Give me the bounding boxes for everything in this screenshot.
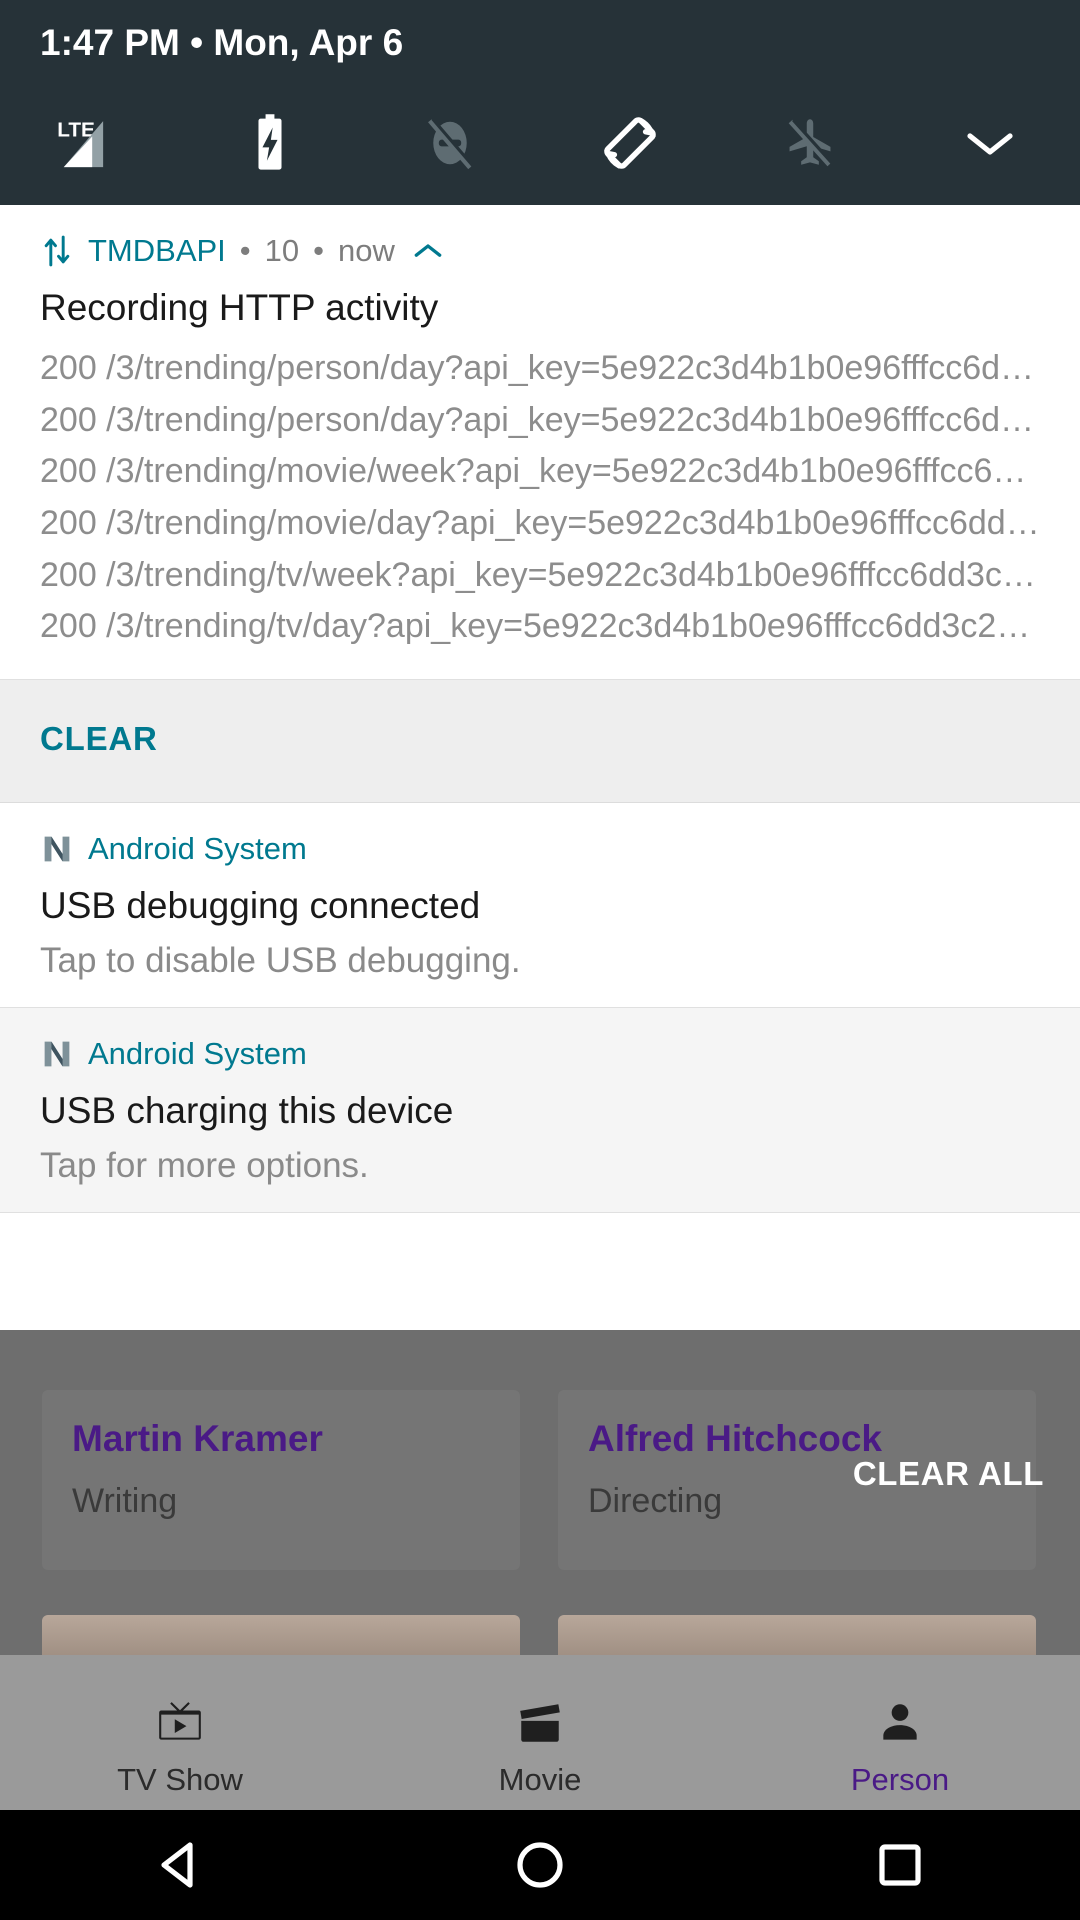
quick-settings-header: 1:47 PM • Mon, Apr 6 LTE: [0, 0, 1080, 205]
android-system-icon: [40, 1037, 74, 1071]
android-system-icon: [40, 832, 74, 866]
notification-usb-debugging[interactable]: Android System USB debugging connected T…: [0, 803, 1080, 1009]
auto-rotate-icon[interactable]: [540, 112, 720, 174]
person-card[interactable]: Martin Kramer Writing: [42, 1390, 520, 1570]
lte-signal-icon[interactable]: LTE: [0, 112, 180, 174]
http-log-line: 200 /3/trending/person/day?api_key=5e922…: [40, 349, 1040, 387]
airplane-mode-off-icon[interactable]: [720, 113, 900, 173]
notification-app-name: Android System: [88, 1036, 307, 1072]
person-name: Alfred Hitchcock: [588, 1418, 883, 1459]
notification-app-name: Android System: [88, 831, 307, 867]
notification-count: 10: [264, 233, 300, 268]
status-date: Mon, Apr 6: [213, 22, 404, 63]
person-icon: [874, 1698, 926, 1748]
recents-icon[interactable]: [800, 1810, 1000, 1920]
status-dot-separator: •: [190, 22, 204, 63]
tab-label: Person: [850, 1761, 950, 1797]
notification-header: Android System: [40, 1036, 1040, 1072]
notification-title: USB charging this device: [40, 1090, 454, 1132]
http-log-line: 200 /3/trending/movie/week?api_key=5e922…: [40, 452, 1040, 491]
person-role: Writing: [72, 1482, 178, 1520]
quick-settings-icon-row: LTE: [0, 95, 1080, 190]
http-log-line: 200 /3/trending/tv/day?api_key=5e922c3d4…: [40, 607, 1040, 646]
battery-charging-icon[interactable]: [180, 112, 360, 174]
notification-tmdbapi[interactable]: TMDBAPI • 10 • now Recording HTTP activi…: [0, 205, 1080, 681]
notification-app-name: TMDBAPI: [88, 233, 226, 268]
dnd-off-icon[interactable]: [360, 113, 540, 173]
chevron-down-icon[interactable]: [900, 123, 1080, 163]
clapperboard-icon: [512, 1698, 568, 1748]
home-icon[interactable]: [440, 1810, 640, 1920]
notification-subtitle: Tap for more options.: [40, 1146, 369, 1186]
notification-title: Recording HTTP activity: [40, 287, 439, 328]
http-log-line: 200 /3/trending/tv/week?api_key=5e922c3d…: [40, 555, 1040, 594]
http-log-line: 200 /3/trending/movie/day?api_key=5e922c…: [40, 504, 1040, 543]
notification-title: USB debugging connected: [40, 885, 481, 927]
tab-label: Movie: [498, 1761, 582, 1797]
tab-tv-show[interactable]: TV Show: [0, 1698, 360, 1798]
tab-movie[interactable]: Movie: [360, 1698, 720, 1798]
chevron-up-icon[interactable]: [413, 241, 443, 261]
header-separator: •: [239, 233, 251, 268]
navigation-bar: [0, 1810, 1080, 1920]
tab-label: TV Show: [117, 1761, 243, 1797]
notification-usb-charging[interactable]: Android System USB charging this device …: [0, 1008, 1080, 1214]
notification-actions: CLEAR: [0, 680, 1080, 804]
person-name: Martin Kramer: [72, 1418, 323, 1459]
notification-header: Android System: [40, 831, 1040, 867]
clear-all-button[interactable]: CLEAR ALL: [853, 1455, 1044, 1493]
notification-shade: TMDBAPI • 10 • now Recording HTTP activi…: [0, 205, 1080, 1214]
http-transfer-icon: [40, 234, 74, 268]
status-time: 1:47 PM: [40, 22, 180, 63]
notification-header: TMDBAPI • 10 • now: [40, 233, 1040, 269]
notification-subtitle: Tap to disable USB debugging.: [40, 941, 521, 981]
tv-icon: [151, 1698, 209, 1748]
tab-person[interactable]: Person: [720, 1698, 1080, 1798]
back-icon[interactable]: [80, 1810, 280, 1920]
clear-button[interactable]: CLEAR: [40, 720, 158, 758]
notification-time: now: [338, 233, 395, 268]
http-log-line: 200 /3/trending/person/day?api_key=5e922…: [40, 400, 1040, 439]
header-separator: •: [313, 233, 324, 268]
status-time-date: 1:47 PM • Mon, Apr 6: [40, 22, 403, 64]
